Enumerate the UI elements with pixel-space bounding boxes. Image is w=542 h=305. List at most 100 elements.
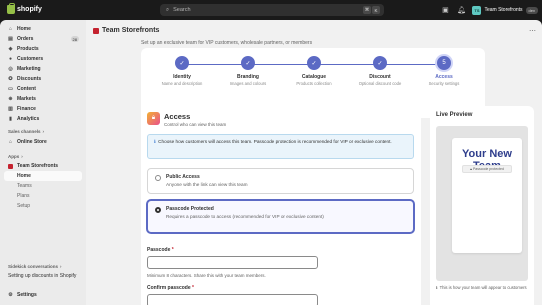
target-icon: ◎ [8, 66, 13, 72]
bank-icon: ▥ [8, 106, 13, 112]
sidebar-item-label: Orders [17, 36, 34, 42]
access-subtitle: Control who can view this team [164, 122, 227, 127]
step-desc: Name and description [161, 81, 203, 86]
sidebar-item-label: Online Store [17, 139, 47, 145]
sidebar-item-discounts[interactable]: ✪ Discounts [4, 74, 82, 84]
confirm-passcode-input[interactable] [147, 294, 318, 305]
sidebar-subitem-plans[interactable]: Plans [4, 191, 82, 201]
k-key: K [372, 6, 380, 14]
note-text: This is how your team will appear to cus… [439, 285, 527, 290]
store-menu[interactable]: TS Team Storefronts dev [472, 5, 538, 15]
sidebar-item-settings[interactable]: ⚙ Settings [4, 290, 82, 300]
step-access[interactable]: 5 Access Security settings [414, 56, 474, 86]
conversation-label: Setting up discounts in Shopify [8, 273, 77, 279]
sidebar-subitem-home[interactable]: Home [4, 171, 82, 181]
label-text: Confirm passcode [147, 285, 191, 291]
sidebar-item-team-storefronts[interactable]: Team Storefronts [4, 161, 82, 171]
sidekick-conversation-item[interactable]: Setting up discounts in Shopify [4, 271, 82, 281]
sidebar-subitem-teams[interactable]: Teams [4, 181, 82, 191]
sidebar-item-label: Home [17, 173, 31, 179]
option-title: Public Access [166, 174, 200, 180]
check-icon: ✓ [241, 56, 255, 70]
chevron-right-icon: › [21, 154, 23, 159]
store-icon: ⌂ [8, 139, 13, 145]
sidebar-item-label: Team Storefronts [17, 163, 59, 169]
radio-passcode[interactable] [155, 207, 161, 213]
access-card: 🔒︎ Access Control who can view this team… [141, 106, 421, 305]
search-input[interactable]: ⌕ Search ⌘ K [160, 4, 384, 16]
gear-icon: ⚙ [8, 292, 13, 298]
sidebar-item-finance[interactable]: ▥ Finance [4, 104, 82, 114]
avatar: TS [472, 5, 482, 15]
shopify-logo[interactable]: shopify [7, 3, 42, 14]
step-discount[interactable]: ✓ Discount Optional discount code [350, 56, 410, 86]
passcode-help: Minimum 8 characters. Share this with yo… [147, 273, 266, 278]
page-title-text: Team Storefronts [102, 27, 160, 34]
pill-text: Passcode protected [472, 167, 504, 171]
step-title: Discount [369, 74, 391, 80]
step-title: Access [435, 74, 453, 80]
search-icon: ⌕ [166, 6, 170, 13]
sidebar-item-orders[interactable]: ▤ Orders 28 [4, 34, 82, 44]
sidebar-subitem-setup[interactable]: Setup [4, 201, 82, 211]
sidekick-heading[interactable]: Sidekick conversations › [8, 264, 62, 269]
document-icon: ▭ [8, 86, 13, 92]
sidebar-item-label: Content [17, 86, 36, 92]
preview-frame: Your New Team 🔒︎ Passcode protected [436, 126, 528, 281]
lock-icon: 🔒︎ [147, 112, 160, 125]
sidebar-item-label: Settings [17, 292, 37, 298]
access-title: Access [164, 112, 191, 121]
sales-channels-heading[interactable]: Sales channels › [8, 129, 44, 134]
sidekick-icon[interactable]: ▣ [440, 4, 450, 16]
required-mark: * [171, 247, 174, 253]
lock-icon: 🔒︎ [470, 167, 472, 171]
option-public-access[interactable]: Public Access Anyone with the link can v… [147, 168, 414, 194]
tag-icon: ◈ [8, 46, 13, 52]
option-title: Passcode Protected [166, 206, 214, 212]
option-passcode-protected[interactable]: Passcode Protected Requires a passcode t… [147, 200, 414, 233]
sidebar-item-online-store[interactable]: ⌂ Online Store [4, 137, 82, 147]
passcode-protected-pill: 🔒︎ Passcode protected [462, 165, 512, 173]
bell-icon[interactable]: 🔔︎ [456, 4, 466, 16]
sidebar-item-label: Setup [17, 203, 31, 209]
step-title: Branding [237, 74, 259, 80]
sidebar-item-label: Finance [17, 106, 36, 112]
sidebar-item-label: Analytics [17, 116, 40, 122]
apps-heading[interactable]: Apps › [8, 154, 23, 159]
sidebar-item-content[interactable]: ▭ Content [4, 84, 82, 94]
sidebar-item-home[interactable]: ⌂ Home [4, 24, 82, 34]
option-desc: Requires a passcode to access (recommend… [166, 214, 324, 219]
search-placeholder: Search [173, 7, 191, 13]
passcode-input[interactable] [147, 256, 318, 269]
info-text: Choose how customers will access this te… [158, 139, 392, 144]
step-branding[interactable]: ✓ Branding Images and colours [218, 56, 278, 86]
sidebar-item-analytics[interactable]: ▮ Analytics [4, 114, 82, 124]
info-icon: ℹ [154, 139, 156, 144]
step-desc: Images and colours [229, 81, 267, 86]
sidebar-item-label: Plans [17, 193, 30, 199]
radio-public[interactable] [155, 175, 161, 181]
sidebar-item-label: Markets [17, 96, 36, 102]
sidebar-item-label: Discounts [17, 76, 42, 82]
app-icon [8, 163, 13, 169]
preview-note: ℹ This is how your team will appear to c… [436, 285, 527, 290]
info-banner: ℹ Choose how customers will access this … [147, 134, 414, 159]
sidebar-item-products[interactable]: ◈ Products [4, 44, 82, 54]
orders-count-badge: 28 [70, 36, 79, 42]
sidebar-item-customers[interactable]: ● Customers [4, 54, 82, 64]
main-content: Team Storefronts ⋯ Set up an exclusive t… [86, 20, 542, 305]
discount-icon: ✪ [8, 76, 13, 82]
option-desc: Anyone with the link can view this team [166, 182, 248, 187]
sidebar-item-marketing[interactable]: ◎ Marketing [4, 64, 82, 74]
step-number: 5 [437, 56, 451, 70]
app-icon [93, 27, 99, 34]
step-catalogue[interactable]: ✓ Catalogue Products collection [284, 56, 344, 86]
sidebar-item-label: Products [17, 46, 39, 52]
step-identity[interactable]: ✓ Identity Name and description [152, 56, 212, 86]
live-preview-card: Live Preview Your New Team 🔒︎ Passcode p… [430, 106, 534, 305]
sidebar-item-label: Marketing [17, 66, 41, 72]
more-actions-button[interactable]: ⋯ [529, 27, 536, 35]
top-bar: shopify ⌕ Search ⌘ K ▣ 🔔︎ TS Team Storef… [0, 0, 542, 20]
page-subtitle: Set up an exclusive team for VIP custome… [141, 40, 313, 46]
sidebar-item-markets[interactable]: ⊕ Markets [4, 94, 82, 104]
